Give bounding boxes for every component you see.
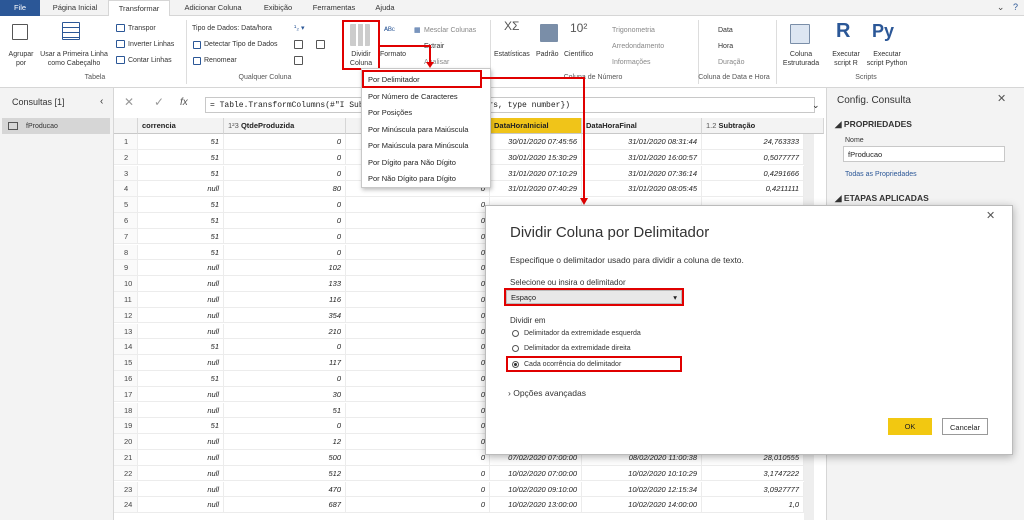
highlight-each [506, 356, 682, 372]
option-left-label: Delimitador da extremidade esquerda [524, 330, 641, 337]
cancel-button[interactable]: Cancelar [942, 418, 988, 435]
highlight-delimiter [504, 288, 684, 306]
dialog-description: Especifique o delimitador usado para div… [510, 255, 744, 265]
arrow-head [426, 62, 434, 68]
arrow-to-dialog [482, 77, 585, 200]
delimiter-label: Selecione ou insira o delimitador [510, 278, 626, 287]
dialog-close-icon[interactable]: ✕ [986, 211, 995, 222]
ok-button[interactable]: OK [888, 418, 932, 435]
arrow-formato [380, 45, 431, 64]
advanced-options-toggle[interactable]: › Opções avançadas [508, 389, 586, 398]
arrow-head [580, 198, 588, 205]
split-at-label: Dividir em [510, 316, 546, 325]
split-dialog: ✕ Dividir Coluna por Delimitador Especif… [485, 205, 1013, 455]
option-right-label: Delimitador da extremidade direita [524, 345, 631, 352]
radio-left[interactable] [512, 330, 519, 337]
dialog-title: Dividir Coluna por Delimitador [510, 224, 710, 241]
radio-right[interactable] [512, 345, 519, 352]
